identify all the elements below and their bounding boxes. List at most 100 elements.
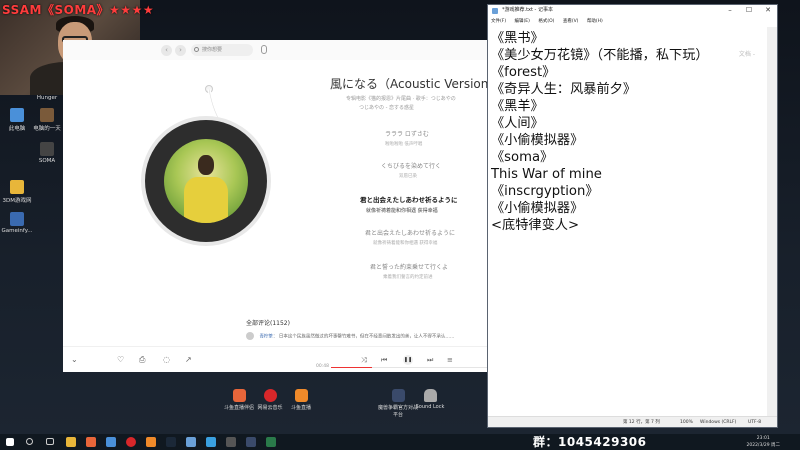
game-icon	[40, 142, 54, 156]
line-ending: Windows (CRLF)	[700, 420, 737, 425]
notepad-titlebar[interactable]: *游戏推荐.txt - 记事本 – ☐ ✕	[488, 5, 777, 16]
notepad-text-area[interactable]: 《黑书》 《美少女万花镜》（不能播，私下玩） 《forest》 《奇异人生：风暴…	[488, 27, 768, 416]
text-line: 《小偷模拟器》	[491, 133, 584, 148]
steam-icon[interactable]	[166, 437, 176, 447]
clock-date: 2022/3/29 周二	[746, 443, 780, 448]
text-line: 《inscrgyption》	[491, 184, 599, 199]
netease-music-icon	[263, 389, 277, 402]
menu-help[interactable]: 帮助(H)	[587, 19, 603, 24]
app-label: 斗鱼直播伴侣	[223, 405, 254, 411]
text-line: 《奇异人生：风暴前夕》	[491, 82, 637, 97]
clock-time: 23:01	[756, 436, 770, 441]
app-icon-sound-lock[interactable]: Sound Lock	[412, 389, 448, 410]
app-icon-douyu[interactable]: 斗鱼直播	[283, 389, 319, 411]
taskbar: 23:01 2022/3/29 周二	[0, 434, 800, 450]
stream-title: SSAM《SOMA》★★★★	[2, 3, 155, 17]
like-icon[interactable]: ♡	[117, 355, 124, 365]
desktop-icon-label: Hunger	[36, 95, 58, 101]
forward-button[interactable]: ›	[175, 45, 186, 56]
notepad-statusbar: 第 12 行，第 7 列 100% Windows (CRLF) UTF-8	[488, 416, 777, 427]
lyric-line-active: 君と出会えたしあわせ祈るように	[360, 196, 458, 204]
desktop-icon-3dm[interactable]: 3DM游戏网	[0, 180, 39, 204]
progress-bar[interactable]	[331, 367, 487, 368]
pause-button[interactable]: ❚❚	[403, 355, 413, 365]
desktop-icon-gameinfy[interactable]: Gameinfy...	[0, 212, 39, 234]
cursor-position: 第 12 行，第 7 列	[623, 420, 660, 425]
music-player-window: ‹ › 搜你想要 風になる（Acoustic Version) 专辑电影《猫的报…	[63, 40, 493, 372]
lyric-translation: 乘着我们誓言的约定前进	[383, 275, 433, 280]
text-line: 《美少女万花镜》（不能播，私下玩）	[491, 48, 709, 63]
text-line: 《黑羊》	[491, 99, 544, 114]
vertical-scrollbar[interactable]	[767, 27, 777, 416]
microphone-icon[interactable]	[261, 45, 267, 54]
search-placeholder: 搜你想要	[202, 47, 223, 53]
search-icon	[194, 47, 199, 52]
download-icon[interactable]: ⎙	[139, 355, 145, 365]
desktop-icon-label: 此电脑	[8, 126, 26, 132]
next-icon[interactable]: ⏭	[427, 355, 433, 365]
maximize-button[interactable]: ☐	[740, 5, 758, 16]
browser-icon[interactable]	[206, 437, 216, 447]
app-label: Sound Lock	[415, 404, 445, 410]
notepad-icon[interactable]	[186, 437, 196, 447]
album-cover	[164, 139, 248, 223]
douyu-icon[interactable]	[146, 437, 156, 447]
menu-format[interactable]: 格式(O)	[538, 19, 554, 24]
back-button[interactable]: ‹	[161, 45, 172, 56]
player-controls-bar: ⌄ ♡ ⎙ ◌ ↗ ⤨ ⏮ ❚❚ ⏭ ≡ 00:48	[63, 346, 487, 372]
notepad-window: *游戏推荐.txt - 记事本 – ☐ ✕ 文件(F) 编辑(E) 格式(O) …	[487, 4, 778, 428]
minimize-button[interactable]: –	[721, 5, 739, 16]
collapse-icon[interactable]: ⌄	[71, 355, 78, 365]
menu-file[interactable]: 文件(F)	[491, 19, 506, 24]
comment-user[interactable]: 青柠茶	[259, 335, 273, 340]
comments-header[interactable]: 全部评论(1152)	[246, 318, 290, 327]
notepad-title: *游戏推荐.txt - 记事本	[502, 7, 553, 13]
previous-icon[interactable]: ⏮	[381, 355, 387, 365]
text-line: 《小偷模拟器》	[491, 201, 584, 216]
avatar[interactable]	[246, 332, 254, 340]
song-meta: 专辑电影《猫的报恩》片尾曲 · 歌手：つじあやの	[346, 96, 456, 102]
windows-start-icon[interactable]	[6, 438, 14, 446]
lyric-translation-active: 就像祈祷着能和你相遇 获得幸福	[366, 208, 438, 214]
encoding: UTF-8	[748, 420, 762, 425]
douyu-icon[interactable]	[86, 437, 96, 447]
comment-icon[interactable]: ◌	[163, 355, 170, 365]
shuffle-icon[interactable]: ⤨	[361, 355, 367, 365]
lyric-line: 君と出会えたしあわせ祈るように	[365, 230, 456, 237]
app-icon[interactable]	[266, 437, 276, 447]
douyu-icon	[232, 389, 246, 402]
folder-icon	[10, 180, 24, 194]
app-icon[interactable]	[106, 437, 116, 447]
lock-icon	[423, 389, 437, 402]
text-line: 《soma》	[491, 150, 554, 165]
text-line: <底特律变人>	[491, 218, 580, 233]
search-input[interactable]: 搜你想要	[191, 44, 253, 56]
app-label: 斗鱼直播	[290, 405, 311, 411]
computer-icon	[10, 108, 24, 122]
desktop-icon-label: Gameinfy...	[1, 228, 33, 234]
desktop-icon-label: 电脑的一天	[33, 126, 61, 132]
lyric-translation: 就像祈祷着能和你相遇 获得幸福	[373, 241, 438, 246]
task-view-icon[interactable]	[46, 438, 54, 445]
app-icon[interactable]	[226, 437, 236, 447]
notepad-icon	[492, 8, 498, 14]
file-explorer-icon[interactable]	[66, 437, 76, 447]
netease-music-icon[interactable]	[126, 437, 136, 447]
playlist-icon[interactable]: ≡	[447, 355, 453, 365]
share-icon[interactable]: ↗	[185, 355, 192, 365]
menu-edit[interactable]: 编辑(E)	[515, 19, 530, 24]
close-button[interactable]: ✕	[759, 5, 777, 16]
qq-group-overlay: 群：1045429306	[533, 435, 647, 449]
lyric-translation: 双唇已染	[399, 174, 417, 179]
text-line: 《forest》	[491, 65, 556, 80]
lyric-line: くちびるを染めて行く	[381, 163, 442, 170]
zoom-level: 100%	[680, 420, 693, 425]
warcraft-icon[interactable]	[246, 437, 256, 447]
menu-view[interactable]: 查看(V)	[563, 19, 579, 24]
lyric-line: 君と誓った約束乗せて行くよ	[370, 264, 449, 271]
system-clock[interactable]: 23:01 2022/3/29 周二	[746, 435, 780, 449]
time-elapsed: 00:48	[316, 364, 329, 369]
search-icon[interactable]	[26, 438, 33, 445]
desktop-icon-label: 3DM游戏网	[2, 198, 32, 204]
player-toolbar: ‹ › 搜你想要	[63, 40, 487, 60]
